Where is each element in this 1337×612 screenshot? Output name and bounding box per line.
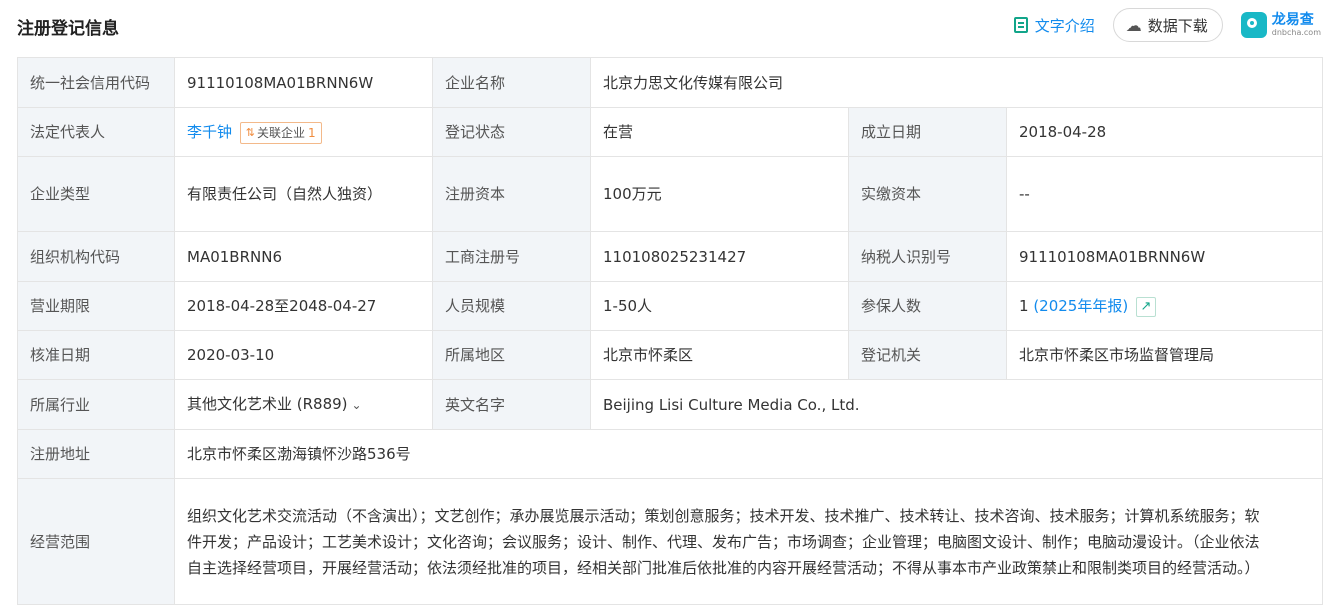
table-row: 注册地址 北京市怀柔区渤海镇怀沙路536号 bbox=[17, 429, 1324, 479]
registration-table: 统一社会信用代码 91110108MA01BRNN6W 企业名称 北京力思文化传… bbox=[17, 57, 1324, 605]
reg-authority-value: 北京市怀柔区市场监督管理局 bbox=[1005, 330, 1324, 380]
credit-code-label: 统一社会信用代码 bbox=[17, 57, 175, 108]
data-download-label: 数据下载 bbox=[1147, 16, 1208, 35]
brand-logo: 龙易查 dnbcha.com bbox=[1240, 12, 1321, 38]
legal-rep-cell: 李千钟 ⇅ 关联企业 1 bbox=[174, 107, 433, 157]
approval-date-value: 2020-03-10 bbox=[174, 330, 433, 380]
related-companies-label: 关联企业 bbox=[257, 125, 306, 140]
english-name-value: Beijing Lisi Culture Media Co., Ltd. bbox=[589, 379, 1324, 430]
biz-scope-label: 经营范围 bbox=[17, 478, 175, 605]
text-intro-label: 文字介绍 bbox=[1034, 16, 1095, 35]
approval-date-label: 核准日期 bbox=[17, 330, 175, 380]
insured-cell: 1 (2025年年报) ↗ bbox=[1005, 281, 1324, 331]
table-row: 所属行业 其他文化艺术业 (R889) ⌄ 英文名字 Beijing Lisi C… bbox=[17, 379, 1324, 430]
reg-authority-label: 登记机关 bbox=[848, 330, 1007, 380]
trend-icon[interactable]: ↗ bbox=[1136, 296, 1156, 317]
taxpayer-id-value: 91110108MA01BRNN6W bbox=[1005, 231, 1324, 282]
org-code-label: 组织机构代码 bbox=[17, 231, 175, 282]
paid-capital-label: 实缴资本 bbox=[848, 156, 1007, 232]
table-row: 组织机构代码 MA01BRNN6 工商注册号 110108025231427 纳… bbox=[17, 231, 1324, 282]
biz-scope-value: 组织文化艺术交流活动（不含演出）；文艺创作；承办展览展示活动；策划创意服务；技术… bbox=[173, 478, 1324, 605]
company-type-label: 企业类型 bbox=[17, 156, 175, 232]
company-name-value: 北京力思文化传媒有限公司 bbox=[589, 57, 1324, 108]
data-download-button[interactable]: ☁ 数据下载 bbox=[1112, 8, 1223, 42]
document-icon bbox=[1013, 17, 1028, 33]
company-type-value: 有限责任公司（自然人独资） bbox=[174, 156, 433, 232]
reg-capital-label: 注册资本 bbox=[432, 156, 591, 232]
taxpayer-id-label: 纳税人识别号 bbox=[848, 231, 1007, 282]
section-header: 注册登记信息 文字介绍 ☁ 数据下载 龙易查 dnbcha.com bbox=[0, 0, 1337, 52]
section-title: 注册登记信息 bbox=[17, 19, 119, 39]
biz-reg-no-label: 工商注册号 bbox=[432, 231, 591, 282]
region-label: 所属地区 bbox=[432, 330, 591, 380]
credit-code-value: 91110108MA01BRNN6W bbox=[174, 57, 433, 108]
industry-cell[interactable]: 其他文化艺术业 (R889) ⌄ bbox=[174, 379, 433, 430]
legal-rep-label: 法定代表人 bbox=[17, 107, 175, 157]
table-row: 法定代表人 李千钟 ⇅ 关联企业 1 登记状态 在营 成立日期 2018-04-… bbox=[17, 107, 1324, 157]
company-name-label: 企业名称 bbox=[432, 57, 591, 108]
brand-name: 龙易查 bbox=[1271, 12, 1314, 28]
legal-rep-link[interactable]: 李千钟 bbox=[187, 123, 232, 141]
reg-status-label: 登记状态 bbox=[432, 107, 591, 157]
chevron-down-icon[interactable]: ⌄ bbox=[352, 398, 362, 412]
industry-label: 所属行业 bbox=[17, 379, 175, 430]
region-value: 北京市怀柔区 bbox=[590, 330, 849, 380]
org-code-value: MA01BRNN6 bbox=[174, 231, 433, 282]
table-row: 企业类型 有限责任公司（自然人独资） 注册资本 100万元 实缴资本 -- bbox=[17, 156, 1324, 232]
reg-capital-value: 100万元 bbox=[590, 156, 849, 232]
table-row: 营业期限 2018-04-28至2048-04-27 人员规模 1-50人 参保… bbox=[17, 281, 1324, 331]
table-row: 核准日期 2020-03-10 所属地区 北京市怀柔区 登记机关 北京市怀柔区市… bbox=[17, 330, 1324, 380]
table-row: 经营范围 组织文化艺术交流活动（不含演出）；文艺创作；承办展览展示活动；策划创意… bbox=[17, 478, 1324, 605]
brand-domain: dnbcha.com bbox=[1271, 28, 1321, 37]
insured-value: 1 bbox=[1019, 297, 1029, 315]
reg-status-value: 在营 bbox=[590, 107, 849, 157]
annual-report-link[interactable]: (2025年年报) bbox=[1033, 297, 1128, 315]
header-actions: 文字介绍 ☁ 数据下载 龙易查 dnbcha.com bbox=[1013, 8, 1321, 42]
related-icon: ⇅ bbox=[245, 125, 256, 139]
reg-address-value: 北京市怀柔区渤海镇怀沙路536号 bbox=[173, 429, 1324, 479]
industry-value: 其他文化艺术业 (R889) bbox=[187, 395, 348, 413]
cloud-download-icon: ☁ bbox=[1125, 15, 1142, 35]
table-row: 统一社会信用代码 91110108MA01BRNN6W 企业名称 北京力思文化传… bbox=[17, 57, 1324, 108]
biz-term-value: 2018-04-28至2048-04-27 bbox=[174, 281, 433, 331]
biz-term-label: 营业期限 bbox=[17, 281, 175, 331]
brand-icon bbox=[1240, 12, 1267, 38]
paid-capital-value: -- bbox=[1005, 156, 1324, 232]
related-companies-count: 1 bbox=[308, 125, 316, 140]
english-name-label: 英文名字 bbox=[432, 379, 591, 430]
text-intro-button[interactable]: 文字介绍 bbox=[1013, 15, 1095, 36]
biz-reg-no-value: 110108025231427 bbox=[590, 231, 849, 282]
reg-address-label: 注册地址 bbox=[17, 429, 175, 479]
founded-label: 成立日期 bbox=[848, 107, 1007, 157]
insured-label: 参保人数 bbox=[848, 281, 1007, 331]
staff-size-value: 1-50人 bbox=[590, 281, 849, 331]
staff-size-label: 人员规模 bbox=[432, 281, 591, 331]
related-companies-tag[interactable]: ⇅ 关联企业 1 bbox=[239, 121, 322, 144]
founded-value: 2018-04-28 bbox=[1005, 107, 1324, 157]
